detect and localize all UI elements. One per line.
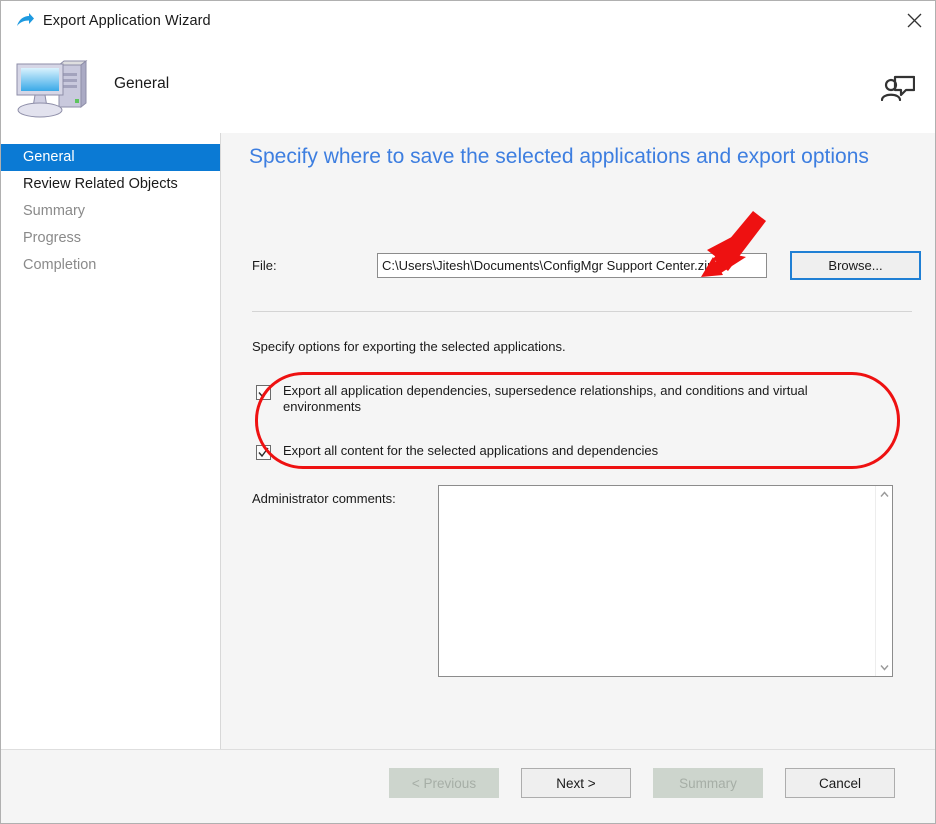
header-step-title: General [114,75,170,92]
options-caption: Specify options for exporting the select… [252,339,566,354]
sidebar-item-review-related-objects[interactable]: Review Related Objects [1,171,220,198]
previous-button[interactable]: < Previous [389,768,499,798]
checkbox-export-dependencies[interactable] [256,385,271,400]
checkbox-export-content[interactable] [256,445,271,460]
scroll-up-button[interactable] [876,486,893,503]
sidebar-item-label: General [23,149,75,165]
checkmark-icon [258,447,269,458]
file-label: File: [252,258,277,273]
title-bar: Export Application Wizard [1,1,935,41]
wizard-footer: < Previous Next > Summary Cancel [1,749,935,823]
administrator-comments-label: Administrator comments: [252,491,396,506]
computer-icon [16,59,88,118]
checkbox-label: Export all application dependencies, sup… [283,383,808,414]
sidebar-item-label: Completion [23,257,97,273]
summary-button[interactable]: Summary [653,768,763,798]
chevron-up-icon [880,491,889,497]
cancel-button[interactable]: Cancel [785,768,895,798]
export-application-wizard-window: Export Application Wizard General Genera… [0,0,936,824]
checkmark-icon [258,387,269,398]
checkbox-label: Export all content for the selected appl… [283,443,659,458]
checkbox-row-dependencies[interactable]: Export all application dependencies, sup… [256,383,874,414]
window-title: Export Application Wizard [43,13,211,29]
wizard-body: General Review Related Objects Summary P… [1,133,935,749]
file-path-input[interactable] [377,253,767,278]
section-divider [252,311,912,312]
sidebar-item-label: Summary [23,203,86,219]
wizard-header: General [1,41,935,133]
close-icon [907,13,921,27]
checkbox-row-content[interactable]: Export all content for the selected appl… [256,443,874,460]
page-title: Specify where to save the selected appli… [249,145,869,168]
sidebar-item-progress[interactable]: Progress [1,225,220,252]
file-path-row: File: Browse... [252,251,921,280]
person-feedback-icon[interactable] [881,69,915,101]
export-arrow-icon [17,13,34,26]
administrator-comments-input[interactable] [439,486,875,676]
comments-scrollbar[interactable] [875,486,892,676]
administrator-comments-box [438,485,893,677]
chevron-down-icon [880,665,889,671]
browse-button[interactable]: Browse... [790,251,921,280]
next-button[interactable]: Next > [521,768,631,798]
scroll-down-button[interactable] [876,659,893,676]
wizard-button-bar: < Previous Next > Summary Cancel [389,768,895,798]
wizard-step-navigation: General Review Related Objects Summary P… [1,133,221,749]
sidebar-item-completion[interactable]: Completion [1,252,220,279]
close-button[interactable] [891,1,935,39]
sidebar-item-label: Progress [23,230,82,246]
sidebar-item-summary[interactable]: Summary [1,198,220,225]
sidebar-item-label: Review Related Objects [23,176,178,192]
wizard-content-pane: Specify where to save the selected appli… [222,133,935,749]
sidebar-item-general[interactable]: General [1,144,220,171]
